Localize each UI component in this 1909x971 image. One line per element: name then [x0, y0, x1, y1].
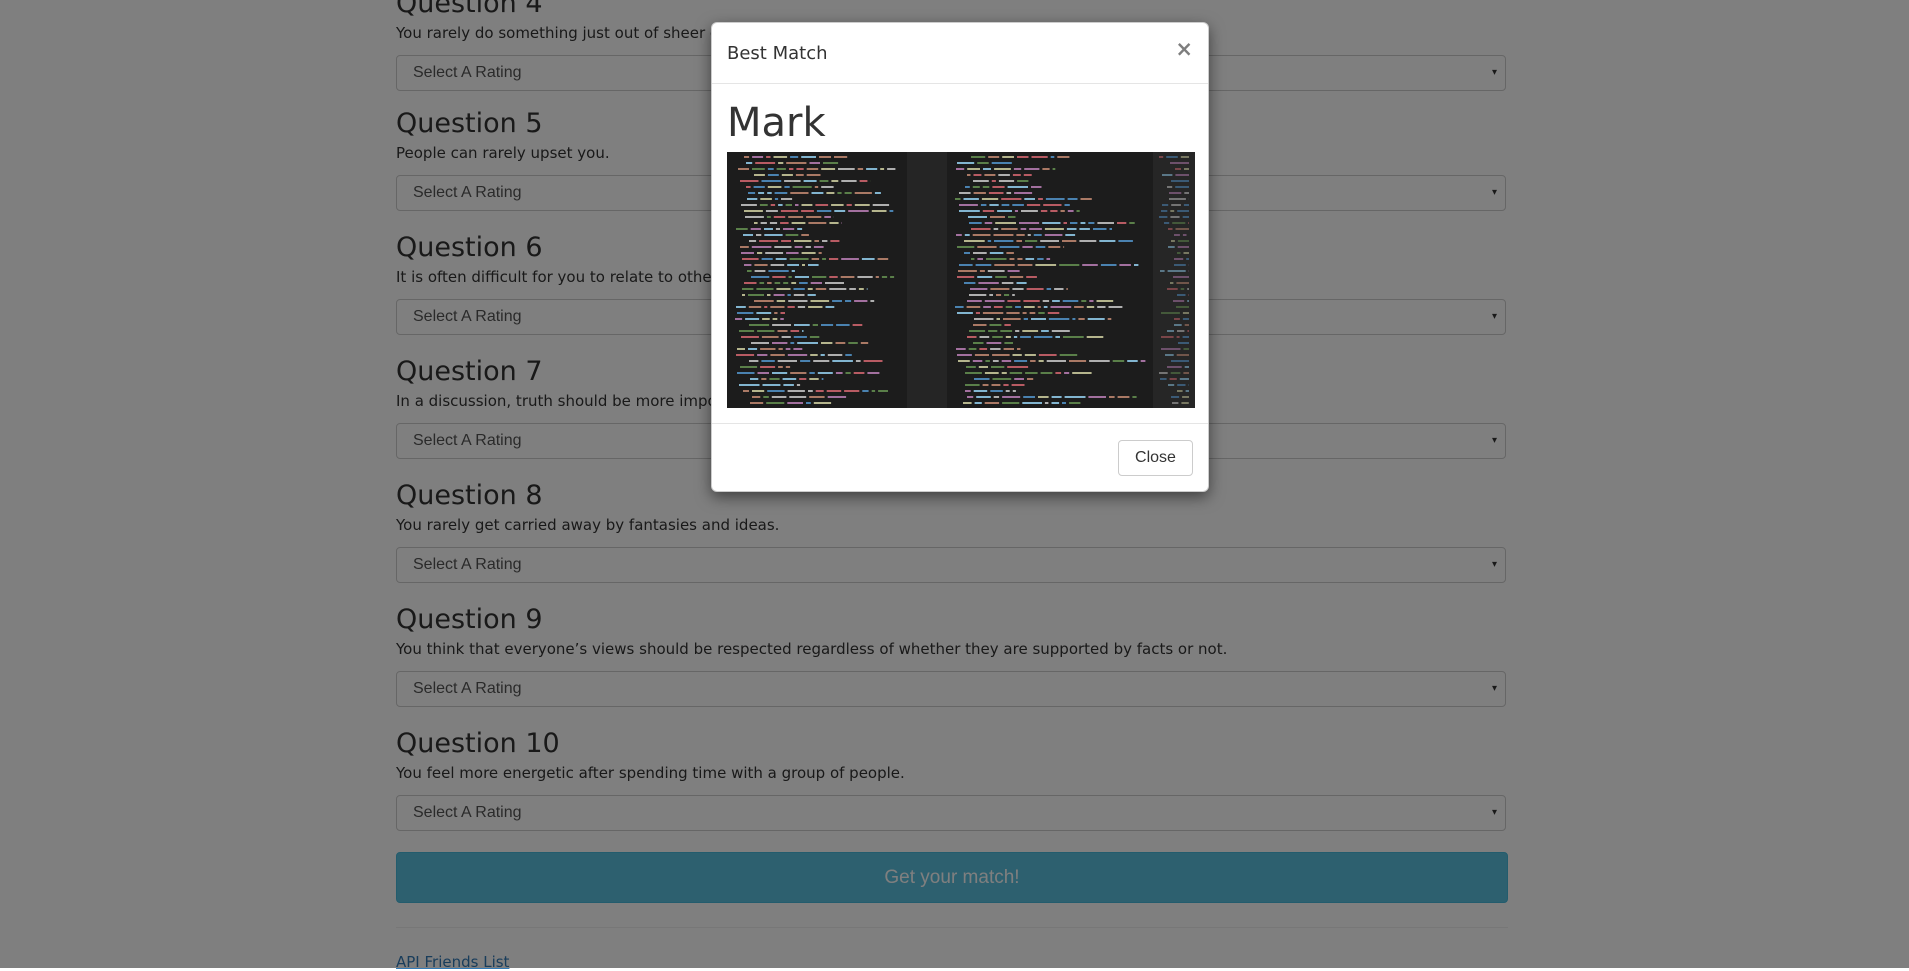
modal-footer: Close	[712, 423, 1208, 492]
code-editor-image-icon	[727, 152, 1195, 408]
modal-header: Best Match ×	[712, 23, 1208, 84]
close-button[interactable]: Close	[1118, 440, 1193, 476]
match-name: Mark	[727, 99, 826, 147]
best-match-modal: Best Match × Mark Close	[711, 22, 1209, 492]
close-icon[interactable]: ×	[1175, 37, 1193, 61]
match-photo	[727, 152, 1195, 408]
modal-title: Best Match	[727, 43, 828, 65]
